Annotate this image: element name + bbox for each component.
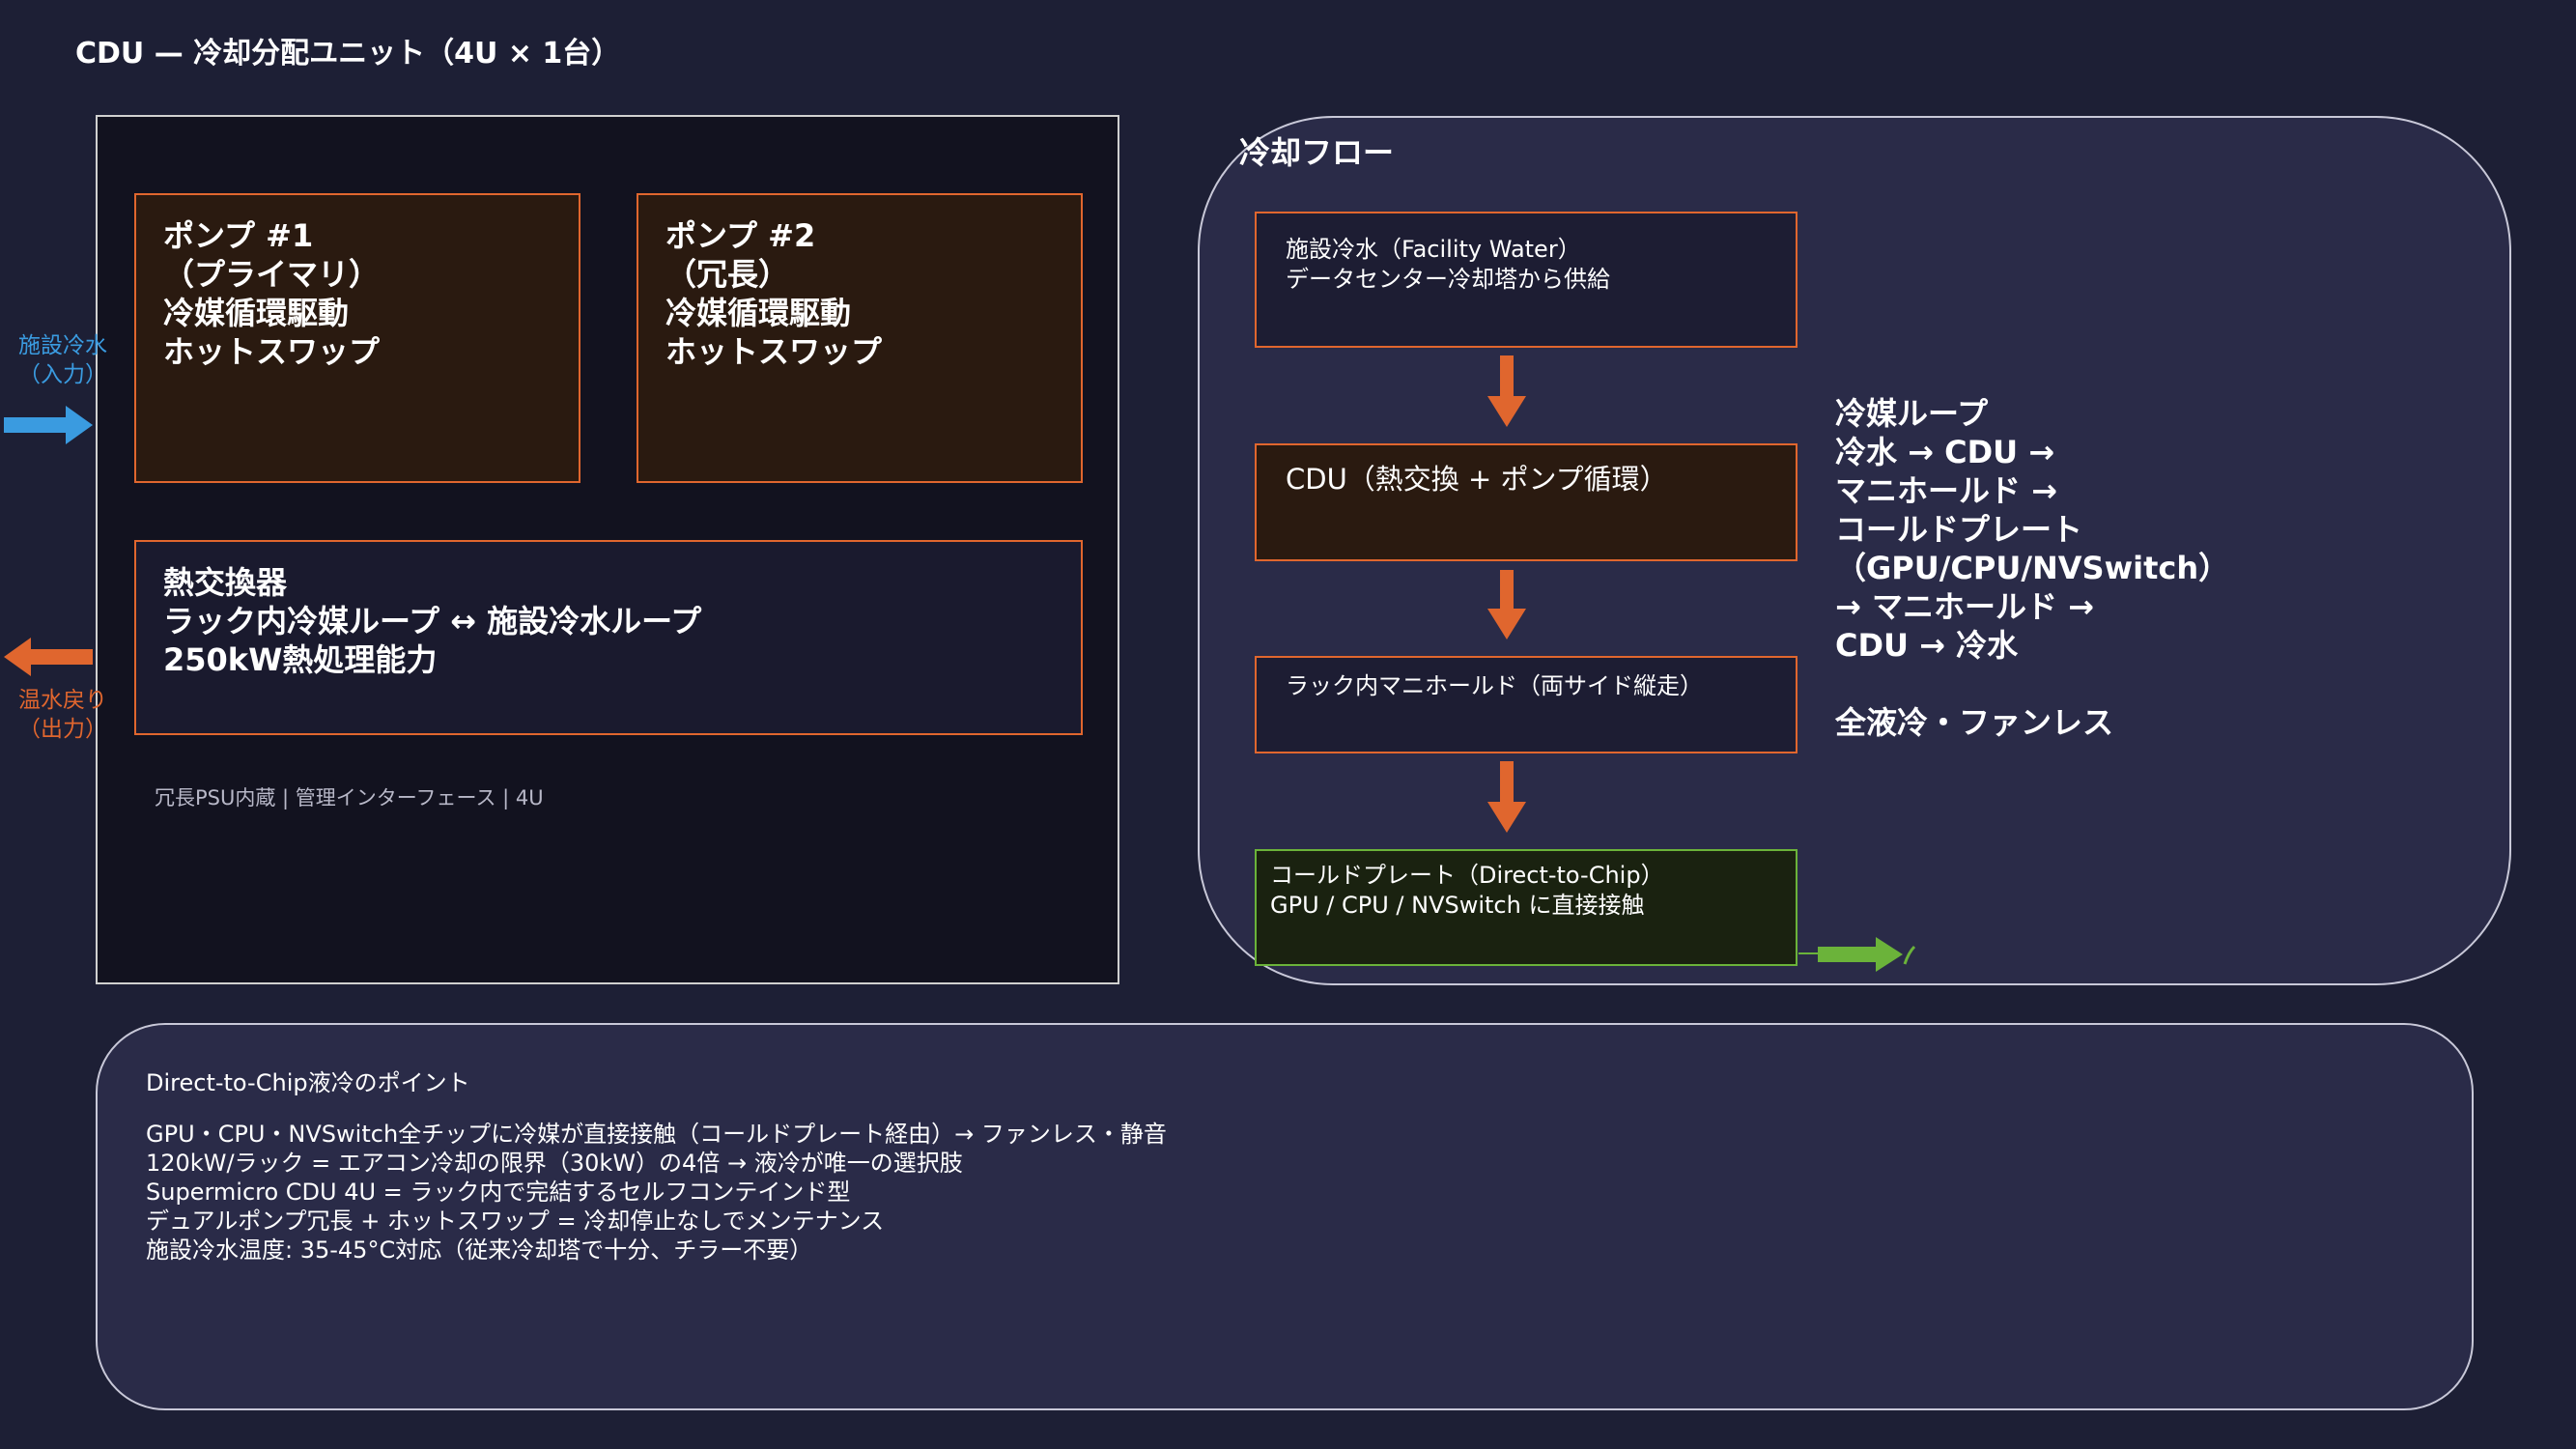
pump-2-box: ポンプ #2 （冗長） 冷媒循環駆動 ホットスワップ: [637, 193, 1083, 483]
flow-step-manifold: ラック内マニホールド（両サイド縦走）: [1255, 656, 1798, 753]
cdu-footer: 冗長PSU内蔵 | 管理インターフェース | 4U: [155, 786, 544, 810]
flow-step-text: CDU（熱交換 + ポンプ循環）: [1286, 463, 1668, 496]
flow-step-text: 施設冷水（Facility Water） データセンター冷却塔から供給: [1286, 236, 1610, 293]
flow-arrow-down-icon: [1487, 761, 1526, 833]
flow-step-text: コールドプレート（Direct-to-Chip） GPU / CPU / NVS…: [1270, 862, 1664, 919]
points-list: GPU・CPU・NVSwitch全チップに冷媒が直接接触（コールドプレート経由）…: [146, 1120, 1167, 1264]
page-title: CDU — 冷却分配ユニット（4U × 1台）: [75, 37, 621, 71]
flow-title: 冷却フロー: [1239, 134, 1395, 171]
pump-1-box: ポンプ #1 （プライマリ） 冷媒循環駆動 ホットスワップ: [134, 193, 580, 483]
flow-arrow-down-icon: [1487, 570, 1526, 639]
flow-step-cdu: CDU（熱交換 + ポンプ循環）: [1255, 443, 1798, 561]
points-panel: Direct-to-Chip液冷のポイント GPU・CPU・NVSwitch全チ…: [96, 1023, 2474, 1410]
points-line: Supermicro CDU 4U = ラック内で完結するセルフコンテインド型: [146, 1179, 851, 1206]
flow-step-cold-plate: コールドプレート（Direct-to-Chip） GPU / CPU / NVS…: [1255, 849, 1798, 966]
flow-arrow-down-icon: [1487, 355, 1526, 427]
outlet-arrow-icon: [4, 638, 93, 676]
outlet-label: 温水戻り （出力）: [18, 688, 107, 742]
coolant-loop-note: 冷媒ループ 冷水 → CDU → マニホールド → コールドプレート （GPU/…: [1835, 395, 2230, 741]
return-arrow-icon: [1798, 937, 1916, 972]
points-title: Direct-to-Chip液冷のポイント: [146, 1069, 470, 1096]
heat-exchanger-text: 熱交換器 ラック内冷媒ループ ↔ 施設冷水ループ 250kW熱処理能力: [163, 564, 702, 678]
heat-exchanger-box: 熱交換器 ラック内冷媒ループ ↔ 施設冷水ループ 250kW熱処理能力: [134, 540, 1083, 735]
pump-2-text: ポンプ #2 （冗長） 冷媒循環駆動 ホットスワップ: [665, 217, 883, 370]
points-line: GPU・CPU・NVSwitch全チップに冷媒が直接接触（コールドプレート経由）…: [146, 1121, 1167, 1148]
flow-step-facility-water: 施設冷水（Facility Water） データセンター冷却塔から供給: [1255, 212, 1798, 348]
inlet-label: 施設冷水 （入力）: [18, 333, 107, 387]
points-line: 120kW/ラック = エアコン冷却の限界（30kW）の4倍 → 液冷が唯一の選…: [146, 1150, 963, 1177]
points-line: デュアルポンプ冗長 + ホットスワップ = 冷却停止なしでメンテナンス: [146, 1208, 885, 1235]
points-line: 施設冷水温度: 35-45°C対応（従来冷却塔で十分、チラー不要）: [146, 1236, 813, 1264]
pump-1-text: ポンプ #1 （プライマリ） 冷媒循環駆動 ホットスワップ: [163, 217, 381, 370]
inlet-arrow-icon: [4, 406, 93, 444]
flow-step-text: ラック内マニホールド（両サイド縦走）: [1286, 672, 1703, 699]
